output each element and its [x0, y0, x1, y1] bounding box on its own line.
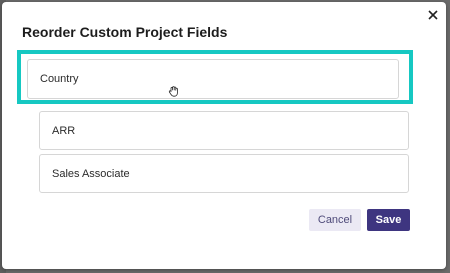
save-button[interactable]: Save — [367, 209, 410, 231]
field-item-arr[interactable]: ARR — [39, 111, 409, 150]
close-button[interactable] — [426, 8, 440, 22]
dialog-title: Reorder Custom Project Fields — [22, 24, 228, 40]
field-label: ARR — [52, 124, 76, 137]
field-label: Sales Associate — [52, 167, 130, 180]
cancel-button[interactable]: Cancel — [309, 209, 361, 231]
close-icon — [426, 8, 440, 22]
field-item-sales-associate[interactable]: Sales Associate — [39, 154, 409, 193]
drag-highlight-outline — [17, 50, 413, 104]
grab-hand-icon — [168, 84, 180, 97]
reorder-fields-dialog: Reorder Custom Project Fields Country AR… — [2, 2, 446, 269]
